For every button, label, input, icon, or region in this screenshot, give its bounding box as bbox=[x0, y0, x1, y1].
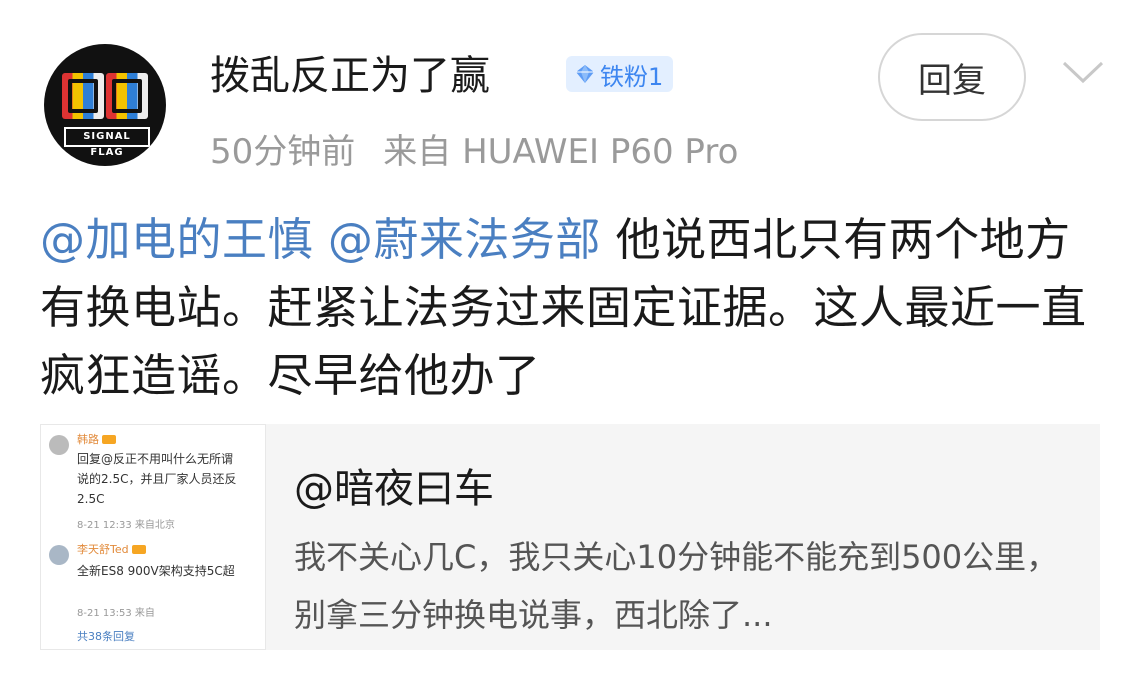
avatar-logo-glyphs bbox=[60, 70, 150, 122]
quote-body: 我不关心几C，我只关心10分钟能不能充到500公里，别拿三分钟换电说事，西北除了… bbox=[294, 538, 1059, 634]
post-meta: 50分钟前 来自 HUAWEI P60 Pro bbox=[210, 124, 738, 173]
thumb-more-replies: 共38条回复 bbox=[77, 630, 135, 643]
thumb-comment-time: 8-21 13:53 来自 bbox=[77, 608, 155, 619]
post-text: @加电的王慎 @蔚来法务部 他说西北只有两个地方有换电站。赶紧让法务过来固定证据… bbox=[40, 206, 1100, 410]
diamond-icon bbox=[574, 63, 596, 85]
thumb-avatar bbox=[49, 435, 69, 455]
thumb-avatar bbox=[49, 545, 69, 565]
quote-author[interactable]: @暗夜曰车 bbox=[294, 456, 494, 514]
thumb-comment-text: 说的2.5C，并且厂家人员还反 bbox=[77, 472, 237, 486]
thumb-comment-text: 2.5C bbox=[77, 492, 105, 506]
avatar-logo-text: SIGNAL FLAG bbox=[64, 127, 150, 158]
quote-card[interactable]: 韩路 回复@反正不用叫什么无所谓 说的2.5C，并且厂家人员还反 2.5C 8-… bbox=[40, 424, 1100, 650]
badge-label: 铁粉1 bbox=[600, 62, 664, 91]
post-source: 来自 HUAWEI P60 Pro bbox=[383, 132, 739, 172]
vip-icon bbox=[131, 545, 146, 554]
vip-icon bbox=[102, 435, 116, 444]
mention-link[interactable]: @蔚来法务部 bbox=[328, 213, 601, 266]
thumb-comment-text: 全新ES8 900V架构支持5C超 bbox=[77, 564, 235, 578]
avatar[interactable]: SIGNAL FLAG bbox=[44, 44, 166, 166]
fan-badge[interactable]: 铁粉1 bbox=[566, 56, 674, 92]
thumb-comment-time: 8-21 12:33 来自北京 bbox=[77, 520, 175, 531]
username[interactable]: 拨乱反正为了赢 bbox=[210, 48, 490, 104]
mention-link[interactable]: @加电的王慎 bbox=[40, 213, 313, 266]
avatar-glyph-left bbox=[62, 73, 104, 119]
thumb-commenter-name: 李天舒Ted bbox=[77, 543, 129, 556]
post-time: 50分钟前 bbox=[210, 132, 356, 172]
quote-thumbnail[interactable]: 韩路 回复@反正不用叫什么无所谓 说的2.5C，并且厂家人员还反 2.5C 8-… bbox=[40, 424, 266, 650]
reply-button[interactable]: 回复 bbox=[878, 33, 1026, 121]
thumb-commenter-name: 韩路 bbox=[77, 433, 99, 446]
avatar-glyph-right bbox=[106, 73, 148, 119]
thumb-comment-text: 回复@反正不用叫什么无所谓 bbox=[77, 452, 234, 466]
chevron-down-icon[interactable] bbox=[1060, 58, 1106, 86]
